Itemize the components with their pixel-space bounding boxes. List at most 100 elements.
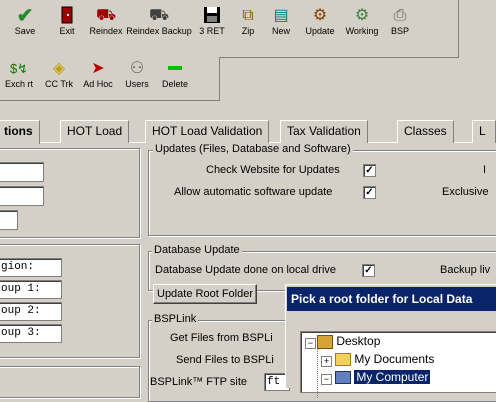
tab-tax-validation[interactable]: Tax Validation [280,120,368,143]
exchange-rate-icon: $↯ [9,61,29,76]
new-button[interactable]: ▤ New [266,6,296,36]
exclusive-label: Exclusive [442,186,489,198]
reindex-icon: ⛟ [96,7,117,24]
my-computer-collapse-icon[interactable]: − [321,374,332,385]
cc-trk-label: CC Trk [45,79,73,89]
group-2-text: oup 2: [1,305,41,317]
local-drive-checkbox[interactable]: ✓ [362,264,375,277]
tab-hot-load[interactable]: HOT Load [60,120,130,143]
group-3-input[interactable]: oup 3: [0,324,62,343]
database-update-title: Database Update [152,244,242,256]
tree-node-my-documents[interactable]: My Documents [335,352,435,367]
new-icon: ▤ [273,7,289,24]
delete-icon [165,59,185,79]
working-label: Working [345,26,379,36]
check-website-check: ✓ [365,165,374,176]
tree-node-desktop[interactable]: Desktop [317,334,380,349]
check-website-checkbox[interactable]: ✓ [363,164,376,177]
tree-node-my-computer[interactable]: My Computer [335,370,431,385]
zip-button[interactable]: ⧉ Zip [236,6,260,36]
users-label: Users [125,79,149,89]
update-root-folder-button[interactable]: Update Root Folder [153,284,257,304]
save-button[interactable]: ✔ Save [12,6,38,36]
update-button[interactable]: ⚙ Update [300,6,340,36]
zip-icon: ⧉ [242,7,254,24]
left-input-1[interactable] [0,162,44,182]
my-computer-label: My Computer [354,370,431,384]
reindex-backup-icon: ⛟ [149,7,170,24]
exit-button[interactable]: Exit [55,6,79,36]
my-documents-label: My Documents [354,352,435,366]
group-1-input[interactable]: oup 1: [0,280,62,299]
exch-rt-button[interactable]: $↯ Exch rt [0,59,38,89]
users-icon: ⚇ [129,60,145,77]
local-drive-check: ✓ [364,265,373,276]
working-icon: ⚙ [354,7,370,24]
tab-options[interactable]: tions [0,120,40,144]
main-toolbar: ✔ Save Exit ⛟ Reindex ⛟ Reindex Backup 3… [0,0,459,58]
tab-classes-label: Classes [404,124,447,138]
left-input-3[interactable] [0,210,18,230]
allow-auto-update-label: Allow automatic software update [174,186,333,198]
bsp-button[interactable]: ⎙ BSP [386,6,414,36]
backup-live-label: Backup liv [440,264,491,276]
group-1-text: oup 1: [1,283,41,295]
tab-hot-load-validation-label: HOT Load Validation [152,124,263,138]
allow-auto-update-check: ✓ [365,187,374,198]
bsplink-title: BSPLink [152,313,199,325]
ftp-site-label: BSPLink™ FTP site [150,376,247,388]
update-root-folder-label: Update Root Folder [157,288,253,300]
ad-hoc-icon: ➤ [91,60,105,77]
3-ret-label: 3 RET [199,26,225,36]
updates-extra-label: I [483,164,487,176]
cc-trk-button[interactable]: ◈ CC Trk [42,59,76,89]
tab-hot-load-validation[interactable]: HOT Load Validation [145,120,270,143]
exit-label: Exit [59,26,75,36]
zip-label: Zip [241,26,255,36]
get-files-label: Get Files from BSPLi [170,332,273,344]
reindex-backup-button[interactable]: ⛟ Reindex Backup [125,6,193,36]
check-website-label: Check Website for Updates [206,164,340,176]
pick-folder-dialog: Pick a root folder for Local Data − Desk… [285,284,496,398]
my-documents-expand-icon[interactable]: + [321,356,332,367]
cc-track-icon: ◈ [52,60,66,77]
my-computer-icon [335,371,351,385]
save-label: Save [14,26,36,36]
group-2-input[interactable]: oup 2: [0,302,62,321]
delete-label: Delete [161,79,188,89]
tab-tax-validation-label: Tax Validation [287,124,361,138]
ftp-site-value: ft [267,376,281,388]
left-group-bottom [0,366,140,398]
tab-more[interactable]: L [472,120,496,143]
floppy-disk-icon [202,6,222,26]
tab-hot-load-label: HOT Load [67,124,123,138]
folder-tree[interactable]: − Desktop + My Documents − My Computer [300,331,496,398]
my-documents-folder-icon [335,353,351,367]
tab-more-label: L [479,124,486,138]
reindex-button[interactable]: ⛟ Reindex [88,6,124,36]
working-button[interactable]: ⚙ Working [342,6,382,36]
region-input[interactable]: gion: [0,258,62,277]
desktop-collapse-icon[interactable]: − [305,338,316,349]
tab-classes[interactable]: Classes [397,120,454,143]
checkmark-icon: ✔ [16,5,34,27]
updates-group-title: Updates (Files, Database and Software) [153,143,353,155]
new-label: New [271,26,290,36]
allow-auto-update-checkbox[interactable]: ✓ [363,186,376,199]
update-icon: ⚙ [312,7,328,24]
exit-door-icon [57,6,77,26]
ad-hoc-button[interactable]: ➤ Ad Hoc [80,59,116,89]
users-button[interactable]: ⚇ Users [122,59,152,89]
left-input-2[interactable] [0,186,44,206]
desktop-folder-icon [317,334,333,349]
reindex-label: Reindex [89,26,123,36]
delete-button[interactable]: Delete [158,59,192,89]
group-3-text: oup 3: [1,327,41,339]
3-ret-button[interactable]: 3 RET [196,6,228,36]
exch-rt-label: Exch rt [4,79,33,89]
bsp-icon: ⎙ [393,7,407,24]
region-text: gion: [1,261,35,273]
dialog-title: Pick a root folder for Local Data [287,287,496,311]
tab-options-label: tions [4,124,33,138]
tree-line [317,348,319,398]
